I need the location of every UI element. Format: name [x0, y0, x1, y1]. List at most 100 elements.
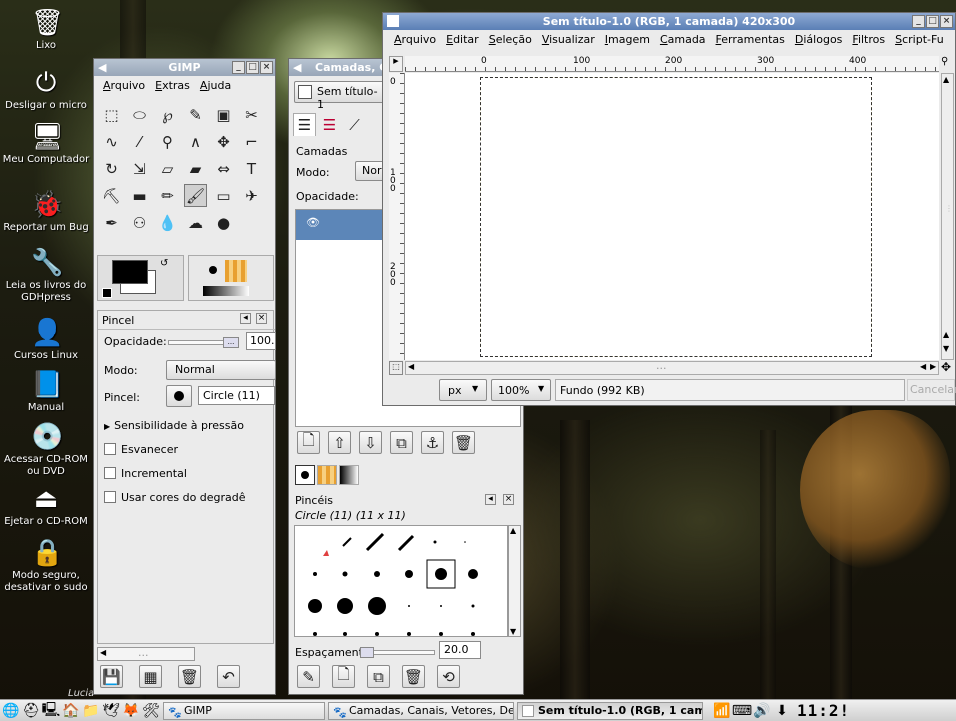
terminal-icon[interactable]: 🖳 — [42, 702, 61, 720]
window-menu-icon[interactable]: ◀ — [293, 59, 301, 76]
menu-imagem[interactable]: Imagem — [600, 33, 655, 47]
scale-icon[interactable]: ⇲ — [128, 157, 151, 180]
menu-extras[interactable]: Extras — [150, 79, 195, 93]
smudge-icon[interactable]: ☁ — [184, 211, 207, 234]
brush-item[interactable] — [365, 532, 385, 552]
brush-select-button[interactable] — [166, 385, 192, 407]
navigate-icon[interactable]: ⚲ — [941, 56, 954, 72]
brush-item[interactable] — [408, 605, 410, 607]
minimize-button[interactable]: _ — [232, 61, 245, 74]
reset-options-button[interactable]: ↶ — [217, 665, 240, 688]
kmenu-icon[interactable]: 🌐 — [2, 702, 20, 720]
desktop-icon[interactable]: ⏏ Ejetar o CD-ROM — [0, 484, 92, 528]
new-layer-button[interactable]: 🗋 — [297, 431, 320, 454]
swap-colors-icon[interactable]: ↺ — [160, 258, 168, 269]
brush-item[interactable] — [308, 599, 322, 613]
brush-item[interactable] — [343, 632, 347, 636]
brush-item[interactable] — [471, 632, 475, 636]
ruler-corner[interactable]: ▶ — [389, 56, 403, 72]
shear-icon[interactable]: ▱ — [156, 157, 179, 180]
opacity-slider-handle[interactable]: ... — [223, 337, 239, 348]
brush-item[interactable] — [433, 540, 437, 544]
menu-arquivo[interactable]: Arquivo — [389, 33, 441, 47]
flip-icon[interactable]: ⇔ — [212, 157, 235, 180]
menu-script-fu[interactable]: Script-Fu — [890, 33, 949, 47]
menu-seleção[interactable]: Seleção — [484, 33, 537, 47]
clock[interactable]: 11:2! — [797, 701, 850, 720]
desktop-icon[interactable]: 🖥 Meu Computador — [0, 122, 92, 166]
brush-item[interactable] — [374, 571, 380, 577]
brush-item[interactable] — [323, 550, 329, 556]
brush-item[interactable] — [439, 632, 443, 636]
incremental-checkbox[interactable]: Incremental — [104, 467, 187, 480]
canvas-area[interactable] — [405, 73, 939, 360]
brush-item[interactable] — [405, 570, 413, 578]
task-layers[interactable]: 🐾 Camadas, Canais, Vetores, De — [328, 701, 514, 720]
desktop-icon[interactable]: ⏻ Desligar o micro — [0, 68, 92, 112]
scroll-right-icon[interactable]: ▶ — [930, 362, 936, 371]
scissors-icon[interactable]: ✂ — [240, 103, 263, 126]
refresh-brushes-button[interactable]: ⟲ — [437, 665, 460, 688]
zoom-icon[interactable]: ⚲ — [156, 130, 179, 153]
tab-gradients[interactable] — [339, 465, 359, 485]
default-colors-icon[interactable] — [102, 288, 112, 298]
tab-brushes[interactable] — [295, 465, 315, 485]
gradient-preview[interactable] — [203, 286, 249, 296]
zoom-select[interactable]: 100% ▼ — [491, 379, 551, 401]
brush-item[interactable] — [435, 568, 447, 580]
delete-options-button[interactable]: 🗑 — [178, 665, 201, 688]
menu-diálogos[interactable]: Diálogos — [790, 33, 848, 47]
maximize-button[interactable]: □ — [246, 61, 259, 74]
scroll-left-icon[interactable]: ◀ — [408, 362, 414, 371]
brush-item[interactable] — [375, 632, 379, 636]
spacing-slider[interactable] — [360, 647, 435, 658]
spacing-slider-handle[interactable] — [360, 647, 374, 658]
foreground-color-swatch[interactable] — [112, 260, 148, 284]
brush-grid[interactable] — [294, 525, 508, 637]
menu-filtros[interactable]: Filtros — [847, 33, 890, 47]
brush-item[interactable] — [397, 534, 415, 552]
brush-item[interactable] — [471, 604, 475, 608]
crop-icon[interactable]: ⌐ — [240, 130, 263, 153]
opacity-value[interactable]: 100. — [246, 332, 276, 350]
brush-item[interactable] — [313, 572, 317, 576]
menu-editar[interactable]: Editar — [441, 33, 484, 47]
desktop-icon[interactable]: 🔒 Modo seguro, desativar o sudo — [0, 538, 92, 594]
dodge-icon[interactable]: ● — [212, 211, 235, 234]
panel-menu-icon[interactable]: ◂ — [240, 313, 251, 324]
image-hscroll[interactable]: ◀ ... ◀ ▶ — [405, 359, 939, 375]
new-brush-button[interactable]: 🗋 — [332, 665, 355, 688]
delete-layer-button[interactable]: 🗑 — [452, 431, 475, 454]
help-icon[interactable]: ⛑ — [22, 702, 40, 720]
menu-arquivo[interactable]: Arquivo — [98, 79, 150, 93]
update-icon[interactable]: ⬇ — [773, 702, 791, 720]
menu-visualizar[interactable]: Visualizar — [537, 33, 600, 47]
clone-icon[interactable]: ⚇ — [128, 211, 151, 234]
perspective-icon[interactable]: ▰ — [184, 157, 207, 180]
menu-ajuda[interactable]: Ajuda — [195, 79, 236, 93]
panel-menu-icon[interactable]: ◂ — [485, 494, 496, 505]
brush-item[interactable] — [337, 598, 353, 614]
network-icon[interactable]: 📶 — [713, 702, 731, 720]
browser-icon[interactable]: 🦊 — [122, 702, 140, 720]
brush-item[interactable] — [342, 537, 352, 547]
brush-pattern-gradient-area[interactable] — [188, 255, 274, 301]
window-menu-icon[interactable]: ◀ — [98, 59, 106, 76]
desktop-icon[interactable]: 🐞 Reportar um Bug — [0, 190, 92, 234]
pattern-preview[interactable] — [225, 260, 247, 282]
desktop-icon[interactable]: 💿 Acessar CD-ROM ou DVD — [0, 422, 92, 478]
fade-check-box[interactable] — [104, 443, 116, 455]
spacing-value[interactable]: 20.0 — [439, 641, 481, 659]
color-area[interactable]: ↺ — [97, 255, 184, 301]
image-titlebar[interactable]: Sem título-1.0 (RGB, 1 camada) 420x300 _… — [383, 13, 955, 30]
duplicate-brush-button[interactable]: ⧉ — [367, 665, 390, 688]
layer-row[interactable]: 👁 — [296, 210, 386, 240]
brush-item[interactable] — [313, 632, 317, 636]
tab-channels[interactable]: ☰ — [318, 113, 341, 136]
desktop-icon[interactable]: 🗑 Lixo — [0, 8, 92, 52]
fuzzy-select-icon[interactable]: ✎ — [184, 103, 207, 126]
scroll-down-icon[interactable]: ▼ — [510, 627, 516, 636]
quick-mask-button[interactable]: ⬚ — [389, 361, 403, 375]
tab-layers[interactable]: ☰ — [293, 113, 316, 136]
scroll-down-icon[interactable]: ▼ — [943, 344, 949, 353]
